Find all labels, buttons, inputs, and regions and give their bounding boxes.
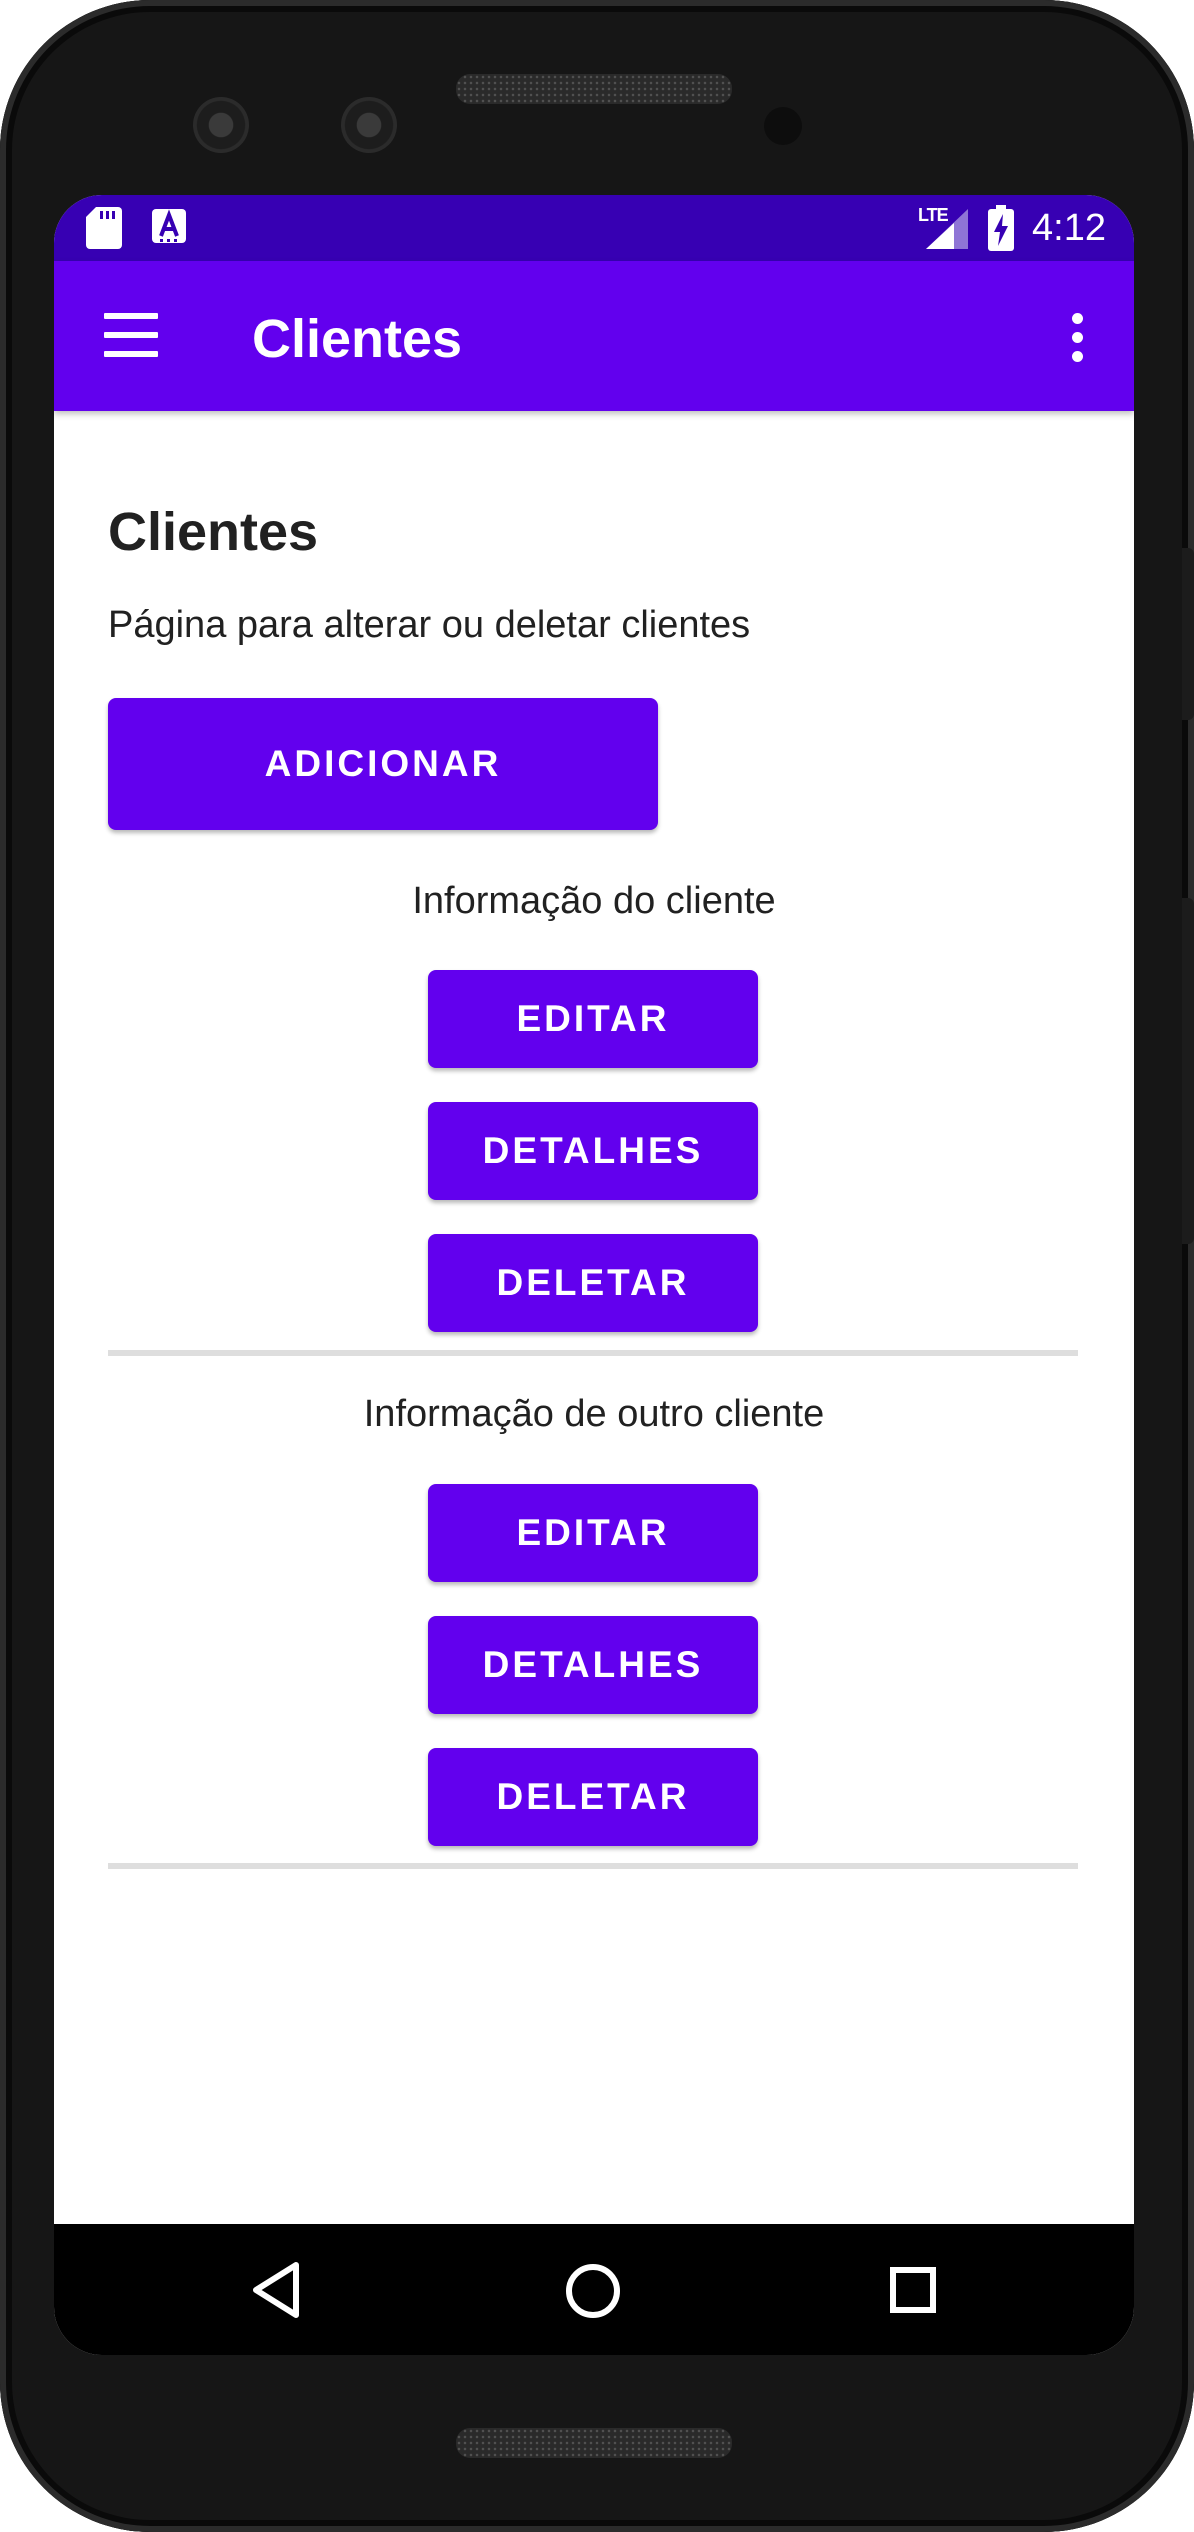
app-bar: Clientes <box>54 261 1134 411</box>
power-button <box>1182 548 1194 720</box>
other-client-info-caption: Informação de outro cliente <box>363 1393 825 1435</box>
sd-card-icon <box>86 207 122 249</box>
page-title: Clientes <box>108 502 319 562</box>
section-divider <box>108 1350 1078 1356</box>
battery-charging-icon <box>988 205 1014 251</box>
edit-button[interactable]: EDITAR <box>428 970 758 1068</box>
back-icon[interactable] <box>250 2261 302 2319</box>
front-camera-icon <box>341 97 397 153</box>
phone-frame: LTE 4:12 Clientes Clientes Página para a… <box>0 0 1194 2532</box>
status-bar: LTE 4:12 <box>54 195 1134 261</box>
app-notification-icon <box>152 209 186 243</box>
add-button[interactable]: ADICIONAR <box>108 698 658 830</box>
app-bar-title: Clientes <box>252 309 463 369</box>
client-info-caption: Informação do cliente <box>412 880 776 922</box>
system-nav-bar <box>54 2224 1134 2355</box>
hamburger-menu-icon[interactable] <box>104 313 160 359</box>
status-time: 4:12 <box>1032 207 1106 249</box>
delete-button[interactable]: DELETAR <box>428 1748 758 1846</box>
bottom-speaker <box>456 2428 732 2458</box>
delete-button[interactable]: DELETAR <box>428 1234 758 1332</box>
front-camera-icon <box>193 97 249 153</box>
page-subtitle: Página para alterar ou deletar clientes <box>108 604 751 646</box>
home-icon[interactable] <box>565 2263 621 2319</box>
lte-signal-icon <box>926 209 968 249</box>
earpiece-speaker <box>456 74 732 104</box>
proximity-sensor-icon <box>764 107 802 145</box>
volume-button <box>1182 898 1194 1244</box>
recents-icon[interactable] <box>889 2266 937 2314</box>
screen: LTE 4:12 Clientes Clientes Página para a… <box>54 195 1134 2355</box>
more-vert-icon[interactable] <box>1070 313 1084 363</box>
details-button[interactable]: DETALHES <box>428 1102 758 1200</box>
details-button[interactable]: DETALHES <box>428 1616 758 1714</box>
edit-button[interactable]: EDITAR <box>428 1484 758 1582</box>
section-divider <box>108 1863 1078 1869</box>
